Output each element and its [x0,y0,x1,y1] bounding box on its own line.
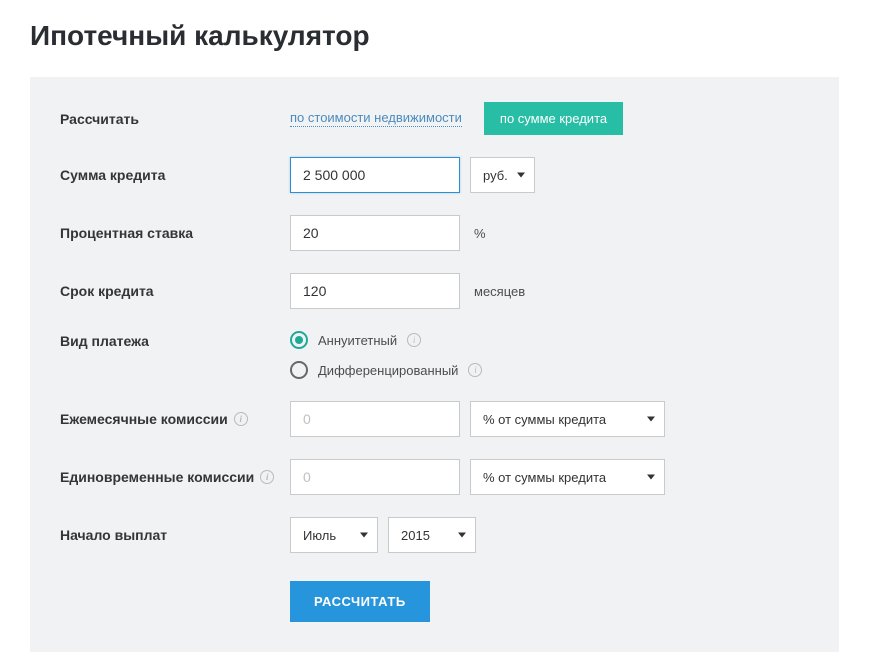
page-title: Ипотечный калькулятор [30,20,839,52]
label-monthly-fees: Ежемесячные комиссии i [60,411,290,427]
currency-select-value: руб. [483,168,508,183]
row-monthly-fees: Ежемесячные комиссии i % от суммы кредит… [60,401,809,437]
percent-unit: % [474,226,486,241]
row-loan-term: Срок кредита месяцев [60,273,809,309]
chevron-down-icon [647,417,655,422]
label-start-date: Начало выплат [60,527,290,543]
label-loan-term: Срок кредита [60,283,290,299]
tab-by-loan-amount[interactable]: по сумме кредита [484,102,623,135]
calculator-form: Рассчитать по стоимости недвижимости по … [30,77,839,652]
onetime-fees-input[interactable] [290,459,460,495]
row-payment-type: Вид платежа Аннуитетный i Дифференцирова… [60,331,809,379]
calculate-button[interactable]: РАССЧИТАТЬ [290,581,430,622]
label-calculate-by: Рассчитать [60,111,290,127]
chevron-down-icon [458,533,466,538]
chevron-down-icon [360,533,368,538]
radio-icon-checked [290,331,308,349]
radio-annuity[interactable]: Аннуитетный i [290,331,482,349]
label-payment-type: Вид платежа [60,331,290,349]
chevron-down-icon [517,173,525,178]
onetime-fee-type-select[interactable]: % от суммы кредита [470,459,665,495]
monthly-fee-type-value: % от суммы кредита [483,412,606,427]
chevron-down-icon [647,475,655,480]
start-year-value: 2015 [401,528,430,543]
info-icon[interactable]: i [260,470,274,484]
label-onetime-fees: Единовременные комиссии i [60,469,290,485]
loan-term-input[interactable] [290,273,460,309]
start-year-select[interactable]: 2015 [388,517,476,553]
interest-rate-input[interactable] [290,215,460,251]
info-icon[interactable]: i [407,333,421,347]
row-onetime-fees: Единовременные комиссии i % от суммы кре… [60,459,809,495]
currency-select[interactable]: руб. [470,157,535,193]
radio-differentiated-label: Дифференцированный [318,363,458,378]
row-start-date: Начало выплат Июль 2015 [60,517,809,553]
info-icon[interactable]: i [468,363,482,377]
monthly-fees-input[interactable] [290,401,460,437]
submit-row: РАССЧИТАТЬ [60,581,809,622]
onetime-fee-type-value: % от суммы кредита [483,470,606,485]
row-calculate-by: Рассчитать по стоимости недвижимости по … [60,102,809,135]
start-month-value: Июль [303,528,336,543]
radio-differentiated[interactable]: Дифференцированный i [290,361,482,379]
info-icon[interactable]: i [234,412,248,426]
row-interest-rate: Процентная ставка % [60,215,809,251]
tab-by-property-value[interactable]: по стоимости недвижимости [290,110,462,127]
start-month-select[interactable]: Июль [290,517,378,553]
radio-icon-unchecked [290,361,308,379]
label-interest-rate: Процентная ставка [60,225,290,241]
radio-annuity-label: Аннуитетный [318,333,397,348]
months-unit: месяцев [474,284,525,299]
monthly-fee-type-select[interactable]: % от суммы кредита [470,401,665,437]
loan-amount-input[interactable] [290,157,460,193]
label-loan-amount: Сумма кредита [60,167,290,183]
row-loan-amount: Сумма кредита руб. [60,157,809,193]
